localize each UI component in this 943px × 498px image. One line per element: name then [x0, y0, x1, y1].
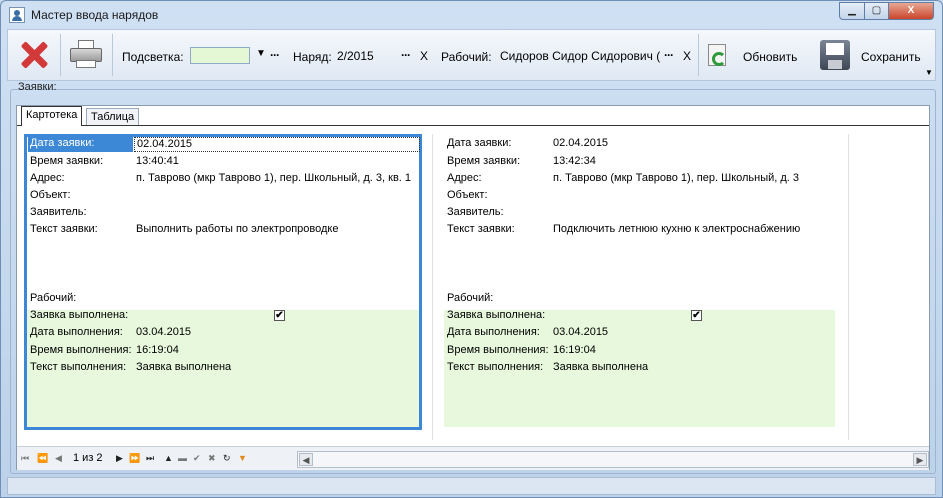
- requests-group-label: Заявки:: [18, 81, 57, 93]
- request-date-label: Дата заявки:: [447, 137, 512, 149]
- app-window: Мастер ввода нарядов ▁ ▢ X Подсветка: ▼ …: [0, 0, 943, 498]
- completion-date-value: 03.04.2015: [136, 326, 192, 338]
- request-time-value: 13:42:34: [553, 155, 596, 167]
- completion-text-label: Текст выполнения:: [30, 361, 127, 373]
- insert-record-icon[interactable]: ▲: [164, 453, 173, 463]
- record-navigator: ⏮ ⏪ ◀ 1 из 2 ▶ ⏩ ⏭ ▲ ▬ ✔ ✖ ↻ ▼ ◀ ▶: [17, 446, 929, 470]
- request-date-label: Дата заявки:: [28, 137, 133, 152]
- request-date-value: 02.04.2015: [553, 137, 609, 149]
- order-input[interactable]: [335, 47, 397, 64]
- worker-input[interactable]: [498, 47, 662, 64]
- address-value: п. Таврово (мкр Таврово 1), пер. Школьны…: [136, 172, 412, 184]
- order-clear-button[interactable]: X: [420, 49, 428, 63]
- request-time-label: Время заявки:: [30, 155, 104, 167]
- order-dots-button[interactable]: ···: [401, 48, 411, 62]
- address-label: Адрес:: [30, 172, 65, 184]
- object-label: Объект:: [447, 189, 488, 201]
- completed-checkbox[interactable]: ✔: [274, 310, 285, 321]
- next-page-icon[interactable]: ⏩: [129, 453, 140, 464]
- horizontal-scrollbar[interactable]: ◀ ▶: [297, 451, 929, 468]
- last-record-icon[interactable]: ⏭: [146, 453, 154, 464]
- completion-time-value: 16:19:04: [136, 344, 179, 356]
- close-window-button[interactable]: X: [888, 2, 934, 20]
- worker-field-label: Рабочий:: [447, 292, 494, 304]
- completion-date-value: 03.04.2015: [553, 326, 609, 338]
- toolbar-separator: [112, 34, 113, 76]
- scroll-right-icon[interactable]: ▶: [913, 453, 927, 466]
- filter-icon[interactable]: ▼: [238, 453, 247, 463]
- printer-icon[interactable]: [70, 40, 104, 70]
- record-position: 1 из 2: [73, 452, 103, 464]
- request-time-label: Время заявки:: [447, 155, 521, 167]
- post-record-icon[interactable]: ✔: [193, 453, 201, 464]
- request-text-label: Текст заявки:: [447, 223, 515, 235]
- toolbar: Подсветка: ▼ ··· Наряд: ··· X Рабочий: ·…: [7, 29, 936, 81]
- request-date-value[interactable]: 02.04.2015: [134, 137, 420, 152]
- refresh-records-icon[interactable]: ↻: [223, 453, 231, 464]
- address-label: Адрес:: [447, 172, 482, 184]
- status-bar: [7, 477, 936, 495]
- toolbar-separator: [698, 34, 699, 76]
- highlight-color-field[interactable]: [190, 47, 250, 64]
- completion-text-label: Текст выполнения:: [447, 361, 544, 373]
- prev-page-icon[interactable]: ⏪: [37, 453, 48, 464]
- card-divider: [848, 134, 849, 440]
- completed-label: Заявка выполнена:: [30, 309, 129, 321]
- cancel-edit-icon[interactable]: ✖: [208, 453, 216, 464]
- request-text-label: Текст заявки:: [30, 223, 98, 235]
- tab-table-view[interactable]: Таблица: [86, 108, 140, 125]
- title-bar: Мастер ввода нарядов ▁ ▢ X: [1, 1, 942, 29]
- tab-underline: [17, 125, 929, 126]
- card-divider: [432, 134, 433, 440]
- request-card[interactable]: Дата заявки: 02.04.2015 Время заявки: 13…: [441, 134, 837, 430]
- address-value: п. Таврово (мкр Таврово 1), пер. Школьны…: [553, 172, 800, 184]
- object-label: Объект:: [30, 189, 71, 201]
- requests-panel: Картотека Таблица Дата заявки: 02.04.201…: [16, 105, 930, 470]
- window-title: Мастер ввода нарядов: [31, 8, 159, 22]
- close-x-icon[interactable]: [18, 39, 50, 71]
- request-text-value: Выполнить работы по электропроводке: [136, 223, 339, 235]
- user-app-icon: [9, 7, 25, 23]
- completion-time-label: Время выполнения:: [30, 344, 132, 356]
- next-record-icon[interactable]: ▶: [116, 453, 123, 464]
- toolbar-separator: [60, 34, 61, 76]
- highlight-dots-button[interactable]: ···: [270, 48, 280, 62]
- completed-checkbox[interactable]: ✔: [691, 310, 702, 321]
- completion-date-label: Дата выполнения:: [447, 326, 540, 338]
- save-floppy-icon[interactable]: [820, 40, 852, 72]
- highlight-label: Подсветка:: [122, 50, 184, 64]
- worker-field-label: Рабочий:: [30, 292, 77, 304]
- scroll-left-icon[interactable]: ◀: [299, 453, 313, 466]
- request-time-value: 13:40:41: [136, 155, 179, 167]
- worker-label: Рабочий:: [441, 50, 492, 64]
- completion-time-label: Время выполнения:: [447, 344, 549, 356]
- maximize-button[interactable]: ▢: [864, 2, 889, 20]
- tab-card-view[interactable]: Картотека: [21, 106, 83, 126]
- order-label: Наряд:: [293, 50, 332, 64]
- completed-label: Заявка выполнена:: [447, 309, 546, 321]
- request-card[interactable]: Дата заявки: 02.04.2015 Время заявки: 13…: [24, 134, 422, 430]
- minimize-button[interactable]: ▁: [839, 2, 865, 20]
- applicant-label: Заявитель:: [447, 206, 504, 218]
- completion-time-value: 16:19:04: [553, 344, 596, 356]
- prev-record-icon[interactable]: ◀: [55, 453, 62, 464]
- refresh-icon[interactable]: [706, 44, 730, 70]
- applicant-label: Заявитель:: [30, 206, 87, 218]
- refresh-button[interactable]: Обновить: [743, 50, 797, 64]
- worker-clear-button[interactable]: X: [683, 49, 691, 63]
- save-button[interactable]: Сохранить: [861, 50, 921, 64]
- completion-text-value: Заявка выполнена: [553, 361, 649, 373]
- toolbar-overflow-icon[interactable]: ▼: [925, 68, 933, 77]
- delete-record-icon[interactable]: ▬: [178, 453, 187, 463]
- request-text-value: Подключить летнюю кухню к электроснабжен…: [553, 223, 801, 235]
- completion-date-label: Дата выполнения:: [30, 326, 123, 338]
- completion-text-value: Заявка выполнена: [136, 361, 232, 373]
- highlight-dropdown-icon[interactable]: ▼: [256, 48, 266, 59]
- first-record-icon[interactable]: ⏮: [21, 453, 29, 464]
- worker-dots-button[interactable]: ···: [664, 48, 674, 62]
